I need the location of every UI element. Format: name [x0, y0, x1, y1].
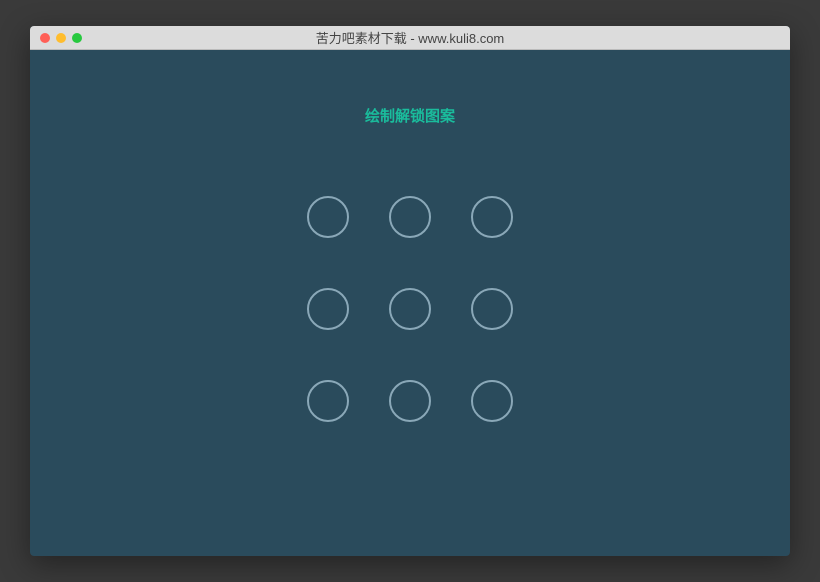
window-title: 苦力吧素材下载 - www.kuli8.com [30, 28, 790, 47]
traffic-lights [30, 33, 82, 43]
minimize-icon[interactable] [56, 33, 66, 43]
titlebar: 苦力吧素材下载 - www.kuli8.com [30, 26, 790, 50]
pattern-dot-9[interactable] [471, 380, 513, 422]
content-area: 绘制解锁图案 [30, 50, 790, 556]
pattern-dot-1[interactable] [307, 196, 349, 238]
pattern-dot-7[interactable] [307, 380, 349, 422]
app-window: 苦力吧素材下载 - www.kuli8.com 绘制解锁图案 [30, 26, 790, 556]
unlock-prompt: 绘制解锁图案 [365, 105, 455, 126]
pattern-dot-5[interactable] [389, 288, 431, 330]
pattern-dot-6[interactable] [471, 288, 513, 330]
pattern-lock-grid[interactable] [307, 196, 513, 422]
pattern-dot-3[interactable] [471, 196, 513, 238]
pattern-dot-4[interactable] [307, 288, 349, 330]
close-icon[interactable] [40, 33, 50, 43]
maximize-icon[interactable] [72, 33, 82, 43]
pattern-dot-8[interactable] [389, 380, 431, 422]
pattern-dot-2[interactable] [389, 196, 431, 238]
